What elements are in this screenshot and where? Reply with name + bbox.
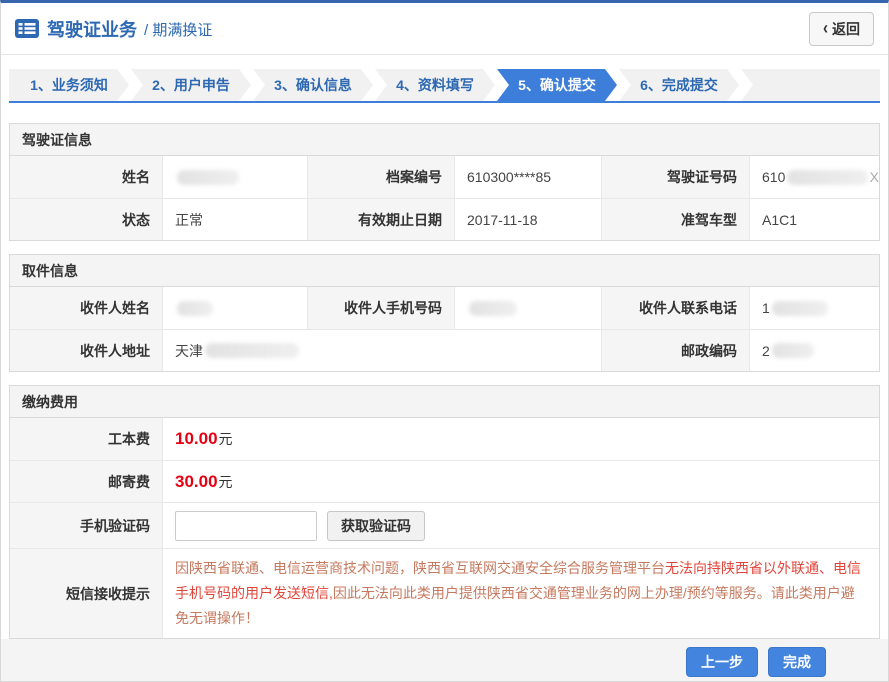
license-list-icon <box>15 19 39 38</box>
recipient-mobile-value <box>455 287 602 329</box>
sms-code-cell: 获取验证码 <box>163 503 879 548</box>
production-fee-unit: 元 <box>219 429 233 449</box>
back-button-label: 返回 <box>832 19 860 39</box>
table-row: 工本费 10.00元 <box>10 418 879 460</box>
page-header: 驾驶证业务 / 期满换证 ‹ 返回 <box>1 3 888 55</box>
mailing-fee-amount: 30.00 <box>175 472 218 492</box>
vehicle-class-value: A1C1 <box>750 199 879 240</box>
previous-step-button[interactable]: 上一步 <box>686 647 758 677</box>
status-value: 正常 <box>163 199 308 240</box>
back-chevron-icon: ‹ <box>823 20 828 38</box>
recipient-address-label: 收件人地址 <box>10 330 163 371</box>
main-content: 1、业务须知 2、用户申告 3、确认信息 4、资料填写 5、确认提交 6、完成提… <box>1 55 888 639</box>
redacted-value <box>787 170 867 185</box>
expiry-date-value: 2017-11-18 <box>455 199 602 240</box>
status-label: 状态 <box>10 199 163 240</box>
table-row: 短信接收提示 因陕西省联通、电信运营商技术问题，陕西省互联网交通安全综合服务管理… <box>10 548 879 638</box>
table-row: 姓名 档案编号 610300****85 驾驶证号码 610X <box>10 156 879 198</box>
table-row: 收件人地址 天津 邮政编码 2 <box>10 329 879 371</box>
file-number-label: 档案编号 <box>308 156 455 198</box>
step-4-fill-materials: 4、资料填写 <box>375 69 495 101</box>
redacted-value <box>205 343 299 358</box>
table-row: 收件人姓名 收件人手机号码 收件人联系电话 1 <box>10 287 879 329</box>
finish-button[interactable]: 完成 <box>768 647 826 677</box>
name-value <box>163 156 308 198</box>
production-fee-amount: 10.00 <box>175 429 218 449</box>
license-number-label: 驾驶证号码 <box>602 156 750 198</box>
section-title-pickup: 取件信息 <box>10 255 879 287</box>
breadcrumb-subtitle: / 期满换证 <box>144 17 212 40</box>
page-title: 驾驶证业务 <box>47 16 137 42</box>
production-fee-label: 工本费 <box>10 418 163 460</box>
production-fee-value: 10.00元 <box>163 418 879 460</box>
page: 驾驶证业务 / 期满换证 ‹ 返回 1、业务须知 2、用户申告 3、确认信息 4… <box>0 0 889 682</box>
postal-code-value: 2 <box>750 330 879 371</box>
table-row: 邮寄费 30.00元 <box>10 460 879 502</box>
recipient-mobile-label: 收件人手机号码 <box>308 287 455 329</box>
redacted-value <box>772 301 828 316</box>
mailing-fee-value: 30.00元 <box>163 461 879 502</box>
sms-code-input[interactable] <box>175 511 317 541</box>
step-6-complete-submit: 6、完成提交 <box>619 69 739 101</box>
recipient-name-value <box>163 287 308 329</box>
get-sms-code-button[interactable]: 获取验证码 <box>327 511 425 541</box>
mailing-fee-unit: 元 <box>219 472 233 492</box>
table-row: 手机验证码 获取验证码 <box>10 502 879 548</box>
sms-notice-text: 因陕西省联通、电信运营商技术问题，陕西省互联网交通安全综合服务管理平台无法向持陕… <box>163 549 879 638</box>
redacted-value <box>469 301 517 316</box>
sms-code-label: 手机验证码 <box>10 503 163 548</box>
back-button[interactable]: ‹ 返回 <box>809 12 874 46</box>
vehicle-class-label: 准驾车型 <box>602 199 750 240</box>
license-number-value: 610X <box>750 156 879 198</box>
step-5-confirm-submit: 5、确认提交 <box>497 69 617 101</box>
step-3-confirm-info: 3、确认信息 <box>253 69 373 101</box>
contact-phone-label: 收件人联系电话 <box>602 287 750 329</box>
redacted-value <box>177 170 239 185</box>
sms-notice-label: 短信接收提示 <box>10 549 163 638</box>
section-title-license: 驾驶证信息 <box>10 124 879 156</box>
name-label: 姓名 <box>10 156 163 198</box>
file-number-value: 610300****85 <box>455 156 602 198</box>
step-bar-filler <box>741 69 880 101</box>
step-2-user-declaration: 2、用户申告 <box>131 69 251 101</box>
fees-section: 缴纳费用 工本费 10.00元 邮寄费 30.00元 手机验证码 获取验证码 <box>9 385 880 639</box>
table-row: 状态 正常 有效期止日期 2017-11-18 准驾车型 A1C1 <box>10 198 879 240</box>
license-info-section: 驾驶证信息 姓名 档案编号 610300****85 驾驶证号码 610X 状态… <box>9 123 880 241</box>
redacted-value <box>772 343 814 358</box>
section-title-fees: 缴纳费用 <box>10 386 879 418</box>
recipient-name-label: 收件人姓名 <box>10 287 163 329</box>
sms-notice-part1: 因陕西省联通、电信运营商技术问题，陕西省互联网交通安全综合服务管理平台 <box>175 560 665 576</box>
expiry-date-label: 有效期止日期 <box>308 199 455 240</box>
mailing-fee-label: 邮寄费 <box>10 461 163 502</box>
pickup-info-section: 取件信息 收件人姓名 收件人手机号码 收件人联系电话 1 收件人地址 天津 邮政… <box>9 254 880 372</box>
step-progress-bar: 1、业务须知 2、用户申告 3、确认信息 4、资料填写 5、确认提交 6、完成提… <box>9 69 880 103</box>
postal-code-label: 邮政编码 <box>602 330 750 371</box>
step-1-business-notice: 1、业务须知 <box>9 69 129 101</box>
contact-phone-value: 1 <box>750 287 879 329</box>
recipient-address-value: 天津 <box>163 330 602 371</box>
footer-bar: 上一步 完成 <box>1 639 888 682</box>
redacted-value <box>177 301 213 316</box>
